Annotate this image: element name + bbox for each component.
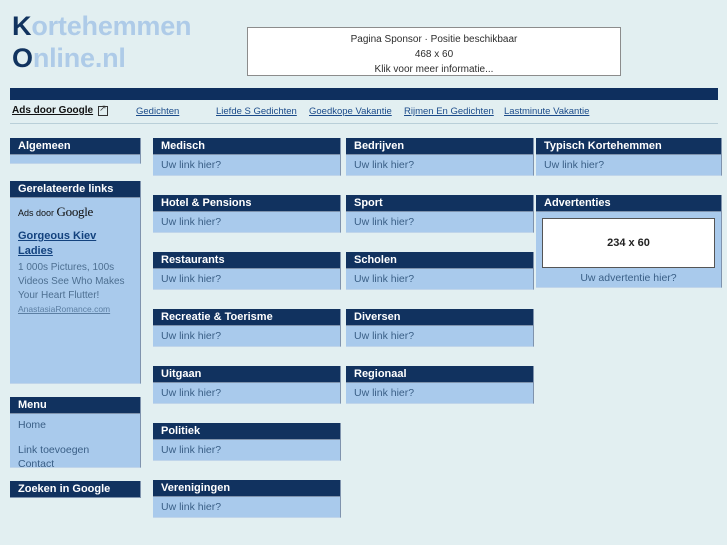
category-link-placeholder[interactable]: Uw link hier? (346, 212, 534, 233)
category-link-placeholder[interactable]: Uw link hier? (153, 269, 341, 290)
category-column-3: Typisch Kortehemmen Uw link hier? Adverte… (536, 138, 722, 307)
google-ad-link-4[interactable]: Rijmen En Gedichten (404, 106, 494, 117)
category-header: Sport (346, 195, 534, 212)
sponsor-line-3: Klik voor meer informatie... (374, 64, 494, 75)
sidebar-menu-spacer (18, 432, 140, 443)
sponsor-banner[interactable]: Pagina Sponsor · Positie beschikbaar 468… (247, 27, 621, 76)
category-header: Hotel & Pensions (153, 195, 341, 212)
logo-rest-2: nline.nl (32, 43, 126, 73)
sidebar-block-algemeen-header: Algemeen (10, 138, 141, 155)
sidebar-menu-body: Home Link toevoegen Contact (10, 414, 141, 470)
category-link-placeholder[interactable]: Uw link hier? (153, 155, 341, 176)
google-ads-strip: Ads door Google Gedichten Liefde S Gedich… (0, 103, 727, 123)
google-ad-link-1[interactable]: Gedichten (136, 106, 179, 117)
category-block: Typisch Kortehemmen Uw link hier? (536, 138, 722, 176)
google-ad-link-2[interactable]: Liefde S Gedichten (216, 106, 297, 117)
sidebar-gap-1 (10, 164, 141, 181)
category-block: Restaurants Uw link hier? (153, 252, 341, 290)
sponsor-line-1: Pagina Sponsor · Positie beschikbaar (350, 34, 518, 45)
sidebar-block-gerelateerde-header: Gerelateerde links (10, 181, 141, 198)
sidebar-block-algemeen-body (10, 155, 141, 164)
ads-strip-divider (10, 123, 718, 124)
advertenties-header: Advertenties (536, 195, 722, 212)
logo-cap-k: K (12, 11, 32, 41)
category-column-2: Bedrijven Uw link hier? Sport Uw link hier?… (346, 138, 534, 423)
category-header: Recreatie & Toerisme (153, 309, 341, 326)
logo-rest-1: ortehemmen (31, 11, 192, 41)
category-header: Bedrijven (346, 138, 534, 155)
category-link-placeholder[interactable]: Uw link hier? (153, 326, 341, 347)
sidebar-block-zoeken-header: Zoeken in Google (10, 481, 141, 498)
category-block: Regionaal Uw link hier? (346, 366, 534, 404)
page-header: Kortehemmen Online.nl Pagina Sponsor · P… (0, 0, 727, 86)
google-wordmark: Google (56, 204, 94, 219)
ad-placeholder-caption[interactable]: Uw advertentie hier? (542, 272, 715, 284)
category-header: Medisch (153, 138, 341, 155)
category-block-advertenties: Advertenties 234 x 60 Uw advertentie hie… (536, 195, 722, 288)
category-header: Uitgaan (153, 366, 341, 383)
category-block: Recreatie & Toerisme Uw link hier? (153, 309, 341, 347)
category-block: Medisch Uw link hier? (153, 138, 341, 176)
category-link-placeholder[interactable]: Uw link hier? (346, 155, 534, 176)
ad-placeholder-box[interactable]: 234 x 60 (542, 218, 715, 268)
sidebar-menu-item-link-toevoegen[interactable]: Link toevoegen (18, 443, 140, 457)
category-link-placeholder[interactable]: Uw link hier? (153, 497, 341, 518)
sidebar-ad-url-link[interactable]: AnastasiaRomance.com (18, 304, 134, 314)
category-header: Diversen (346, 309, 534, 326)
category-header: Typisch Kortehemmen (536, 138, 722, 155)
category-block: Uitgaan Uw link hier? (153, 366, 341, 404)
sidebar-ad-title-link[interactable]: Gorgeous Kiev Ladies (18, 229, 134, 259)
category-header: Politiek (153, 423, 341, 440)
category-column-1: Medisch Uw link hier? Hotel & Pensions Uw l… (153, 138, 341, 537)
category-link-placeholder[interactable]: Uw link hier? (346, 326, 534, 347)
ads-by-google-brand: Ads door Google (18, 204, 134, 220)
category-block: Politiek Uw link hier? (153, 423, 341, 461)
category-header: Restaurants (153, 252, 341, 269)
category-block: Hotel & Pensions Uw link hier? (153, 195, 341, 233)
category-link-placeholder[interactable]: Uw link hier? (153, 212, 341, 233)
site-logo[interactable]: Kortehemmen Online.nl (12, 10, 192, 74)
category-block: Diversen Uw link hier? (346, 309, 534, 347)
header-divider-bar (10, 88, 718, 100)
category-link-placeholder[interactable]: Uw link hier? (536, 155, 722, 176)
sidebar-ad-block: Ads door Google Gorgeous Kiev Ladies 1 0… (10, 198, 141, 384)
ads-by-google-label[interactable]: Ads door Google (12, 105, 93, 116)
sidebar-ad-description: 1 000s Pictures, 100s Videos See Who Mak… (18, 262, 125, 301)
category-block: Verenigingen Uw link hier? (153, 480, 341, 518)
sponsor-line-2: 468 x 60 (414, 49, 454, 60)
category-header: Scholen (346, 252, 534, 269)
sidebar-gap-2 (10, 384, 141, 397)
left-sidebar: Algemeen Gerelateerde links Ads door Goo… (10, 138, 141, 498)
sidebar-block-menu-header: Menu (10, 397, 141, 414)
category-header: Regionaal (346, 366, 534, 383)
external-link-icon (98, 103, 108, 116)
google-ad-link-5[interactable]: Lastminute Vakantie (504, 106, 589, 117)
category-block: Sport Uw link hier? (346, 195, 534, 233)
ads-brand-prefix: Ads door (18, 208, 57, 218)
advertenties-body: 234 x 60 Uw advertentie hier? (536, 212, 722, 288)
sidebar-menu-item-home[interactable]: Home (18, 418, 140, 432)
category-header: Verenigingen (153, 480, 341, 497)
category-link-placeholder[interactable]: Uw link hier? (153, 383, 341, 404)
logo-cap-o: O (12, 43, 33, 73)
category-link-placeholder[interactable]: Uw link hier? (346, 269, 534, 290)
category-block: Bedrijven Uw link hier? (346, 138, 534, 176)
category-link-placeholder[interactable]: Uw link hier? (153, 440, 341, 461)
category-block: Scholen Uw link hier? (346, 252, 534, 290)
google-ad-link-3[interactable]: Goedkope Vakantie (309, 106, 392, 117)
category-link-placeholder[interactable]: Uw link hier? (346, 383, 534, 404)
